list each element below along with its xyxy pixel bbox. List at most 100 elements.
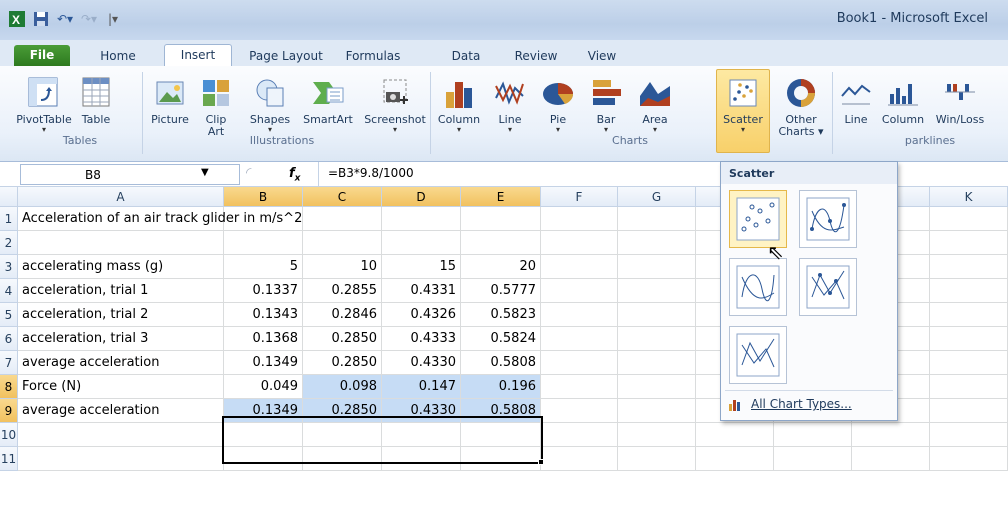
clip-art-button[interactable]: Clip Art [196, 76, 236, 138]
cell-b8[interactable]: 0.049 [224, 375, 303, 399]
name-box[interactable]: B8 ▼ [20, 164, 240, 185]
shapes-button[interactable]: Shapes ▾ [240, 76, 300, 134]
tab-insert[interactable]: Insert [164, 44, 232, 67]
cell-d8[interactable]: 0.147 [382, 375, 461, 399]
fill-handle[interactable] [538, 459, 544, 465]
cell-c5[interactable]: 0.2846 [303, 303, 382, 327]
cell-c2[interactable] [303, 231, 382, 255]
empty-cell[interactable] [541, 423, 618, 447]
cell-e10[interactable] [461, 423, 541, 447]
empty-cell[interactable] [930, 255, 1008, 279]
empty-cell[interactable] [618, 423, 696, 447]
cell-c11[interactable] [303, 447, 382, 471]
cell-d11[interactable] [382, 447, 461, 471]
row-header[interactable]: 6 [0, 327, 18, 351]
scatter-chart-button[interactable]: Scatter ▾ [716, 69, 770, 153]
cell-b2[interactable] [224, 231, 303, 255]
row-header[interactable]: 4 [0, 279, 18, 303]
column-chart-button[interactable]: Column ▾ [434, 76, 484, 134]
cell-e5[interactable]: 0.5823 [461, 303, 541, 327]
tab-data[interactable]: Data [446, 46, 486, 66]
empty-cell[interactable] [618, 231, 696, 255]
cell-a10[interactable] [18, 423, 224, 447]
select-all-corner[interactable] [0, 187, 18, 207]
cell-b7[interactable]: 0.1349 [224, 351, 303, 375]
empty-cell[interactable] [774, 447, 852, 471]
cell-d7[interactable]: 0.4330 [382, 351, 461, 375]
screenshot-button[interactable]: Screenshot ▾ [362, 76, 428, 134]
cell-d4[interactable]: 0.4331 [382, 279, 461, 303]
col-header-c[interactable]: C [303, 187, 382, 207]
row-header[interactable]: 9 [0, 399, 18, 423]
cell-a6[interactable]: acceleration, trial 3 [18, 327, 224, 351]
name-box-dropdown-icon[interactable]: ▼ [201, 167, 209, 178]
empty-cell[interactable] [541, 447, 618, 471]
smartart-button[interactable]: SmartArt [296, 76, 360, 126]
tab-home[interactable]: Home [82, 46, 154, 66]
cell-b10[interactable] [224, 423, 303, 447]
empty-cell[interactable] [696, 423, 774, 447]
cell-b6[interactable]: 0.1368 [224, 327, 303, 351]
empty-cell[interactable] [618, 327, 696, 351]
picture-button[interactable]: Picture [146, 76, 194, 126]
cell-a1[interactable]: Acceleration of an air track glider in m… [18, 207, 302, 231]
cell-e7[interactable]: 0.5808 [461, 351, 541, 375]
empty-cell[interactable] [618, 447, 696, 471]
save-icon[interactable] [32, 10, 50, 28]
row-header[interactable]: 1 [0, 207, 18, 231]
scatter-straight-lines-option[interactable] [729, 326, 787, 384]
row-header[interactable]: 3 [0, 255, 18, 279]
cell-e9[interactable]: 0.5808 [461, 399, 541, 423]
pie-chart-button[interactable]: Pie ▾ [536, 76, 580, 134]
empty-cell[interactable] [930, 375, 1008, 399]
empty-cell[interactable] [930, 399, 1008, 423]
cell-a3[interactable]: accelerating mass (g) [18, 255, 224, 279]
empty-cell[interactable] [930, 279, 1008, 303]
area-chart-button[interactable]: Area ▾ [630, 76, 680, 134]
cell-a2[interactable] [18, 231, 224, 255]
cell-b1[interactable] [224, 207, 303, 231]
empty-cell[interactable] [930, 303, 1008, 327]
empty-cell[interactable] [618, 375, 696, 399]
cell-e1[interactable] [461, 207, 541, 231]
undo-icon[interactable]: ↶▾ [56, 10, 74, 28]
cell-a9[interactable]: average acceleration [18, 399, 224, 423]
cell-d9[interactable]: 0.4330 [382, 399, 461, 423]
tab-formulas[interactable]: Formulas [336, 46, 410, 66]
empty-cell[interactable] [541, 279, 618, 303]
cell-c9[interactable]: 0.2850 [303, 399, 382, 423]
cell-e4[interactable]: 0.5777 [461, 279, 541, 303]
empty-cell[interactable] [930, 447, 1008, 471]
cell-a8[interactable]: Force (N) [18, 375, 224, 399]
col-header-f[interactable]: F [541, 187, 618, 207]
cell-c1[interactable] [303, 207, 382, 231]
line-chart-button[interactable]: Line ▾ [488, 76, 532, 134]
cell-c6[interactable]: 0.2850 [303, 327, 382, 351]
empty-cell[interactable] [618, 279, 696, 303]
empty-cell[interactable] [696, 447, 774, 471]
formula-input[interactable]: =B3*9.8/1000 [328, 166, 414, 180]
scatter-straight-lines-markers-option[interactable] [799, 258, 857, 316]
row-header[interactable]: 7 [0, 351, 18, 375]
bar-chart-button[interactable]: Bar ▾ [584, 76, 628, 134]
cell-e8[interactable]: 0.196 [461, 375, 541, 399]
empty-cell[interactable] [930, 207, 1008, 231]
tab-page-layout[interactable]: Page Layout [244, 46, 328, 66]
empty-cell[interactable] [852, 423, 930, 447]
cell-d1[interactable] [382, 207, 461, 231]
excel-logo-icon[interactable]: X [8, 10, 26, 28]
empty-cell[interactable] [930, 423, 1008, 447]
cell-c4[interactable]: 0.2855 [303, 279, 382, 303]
empty-cell[interactable] [541, 231, 618, 255]
col-header-b[interactable]: B [224, 187, 303, 207]
cell-a7[interactable]: average acceleration [18, 351, 224, 375]
empty-cell[interactable] [541, 399, 618, 423]
cell-e3[interactable]: 20 [461, 255, 541, 279]
sparkline-winloss-button[interactable]: Win/Loss [930, 76, 990, 126]
row-header[interactable]: 10 [0, 423, 18, 447]
empty-cell[interactable] [774, 423, 852, 447]
cell-a5[interactable]: acceleration, trial 2 [18, 303, 224, 327]
redo-icon[interactable]: ↷▾ [80, 10, 98, 28]
cell-c7[interactable]: 0.2850 [303, 351, 382, 375]
col-header-d[interactable]: D [382, 187, 461, 207]
